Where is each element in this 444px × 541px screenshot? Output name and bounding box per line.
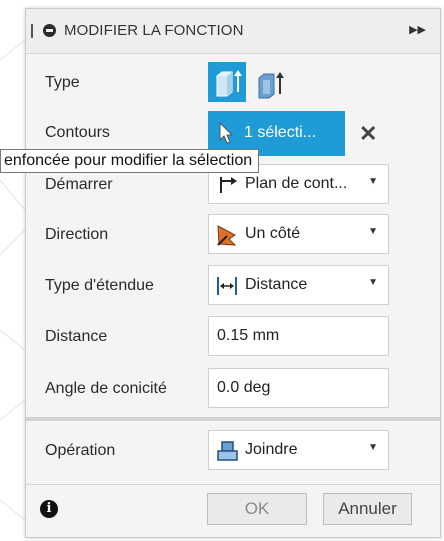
footer-divider xyxy=(26,484,440,485)
ok-button[interactable]: OK xyxy=(207,493,307,525)
operation-dropdown[interactable]: Joindre ▼ xyxy=(208,430,389,470)
distance-row: Distance 0.15 mm xyxy=(26,311,440,361)
direction-dropdown[interactable]: Un côté ▼ xyxy=(208,214,389,254)
chevron-down-icon: ▼ xyxy=(368,442,378,453)
drag-handle[interactable] xyxy=(31,24,33,38)
dialog-title: MODIFIER LA FONCTION xyxy=(64,22,244,39)
join-icon xyxy=(217,441,238,461)
taper-angle-input[interactable]: 0.0 deg xyxy=(208,368,389,408)
direction-label: Direction xyxy=(45,226,109,243)
cursor-arrow-icon xyxy=(219,122,234,144)
start-value: Plan de cont... xyxy=(245,175,348,192)
tooltip: enfoncée pour modifier la sélection xyxy=(0,149,260,173)
start-plane-icon xyxy=(220,177,237,193)
distance-label: Distance xyxy=(45,328,108,345)
start-label: Démarrer xyxy=(45,176,113,193)
contours-label: Contours xyxy=(45,124,110,141)
operation-row: Opération Joindre ▼ xyxy=(26,423,440,479)
type-label: Type xyxy=(45,74,80,91)
direction-row: Direction Un côté ▼ xyxy=(26,211,440,261)
one-side-direction-icon xyxy=(217,225,237,246)
extent-type-row: Type d'étendue Distance ▼ xyxy=(26,261,440,311)
dialog-titlebar[interactable]: MODIFIER LA FONCTION ▶▶ xyxy=(26,9,440,54)
extent-type-label: Type d'étendue xyxy=(45,277,154,294)
distance-input[interactable]: 0.15 mm xyxy=(208,316,389,356)
extrude-solid-icon[interactable] xyxy=(208,62,246,102)
extent-type-value: Distance xyxy=(245,276,308,293)
cancel-button[interactable]: Annuler xyxy=(323,493,412,525)
extrude-thin-icon[interactable] xyxy=(253,62,291,102)
double-chevron-right-icon[interactable]: ▶▶ xyxy=(409,23,426,36)
operation-label: Opération xyxy=(45,442,116,459)
chevron-down-icon: ▼ xyxy=(368,277,378,288)
chevron-down-icon: ▼ xyxy=(368,176,378,187)
close-icon[interactable]: ✕ xyxy=(359,121,377,147)
extent-type-dropdown[interactable]: Distance ▼ xyxy=(208,265,389,305)
type-row: Type xyxy=(26,53,440,111)
modify-feature-dialog: MODIFIER LA FONCTION ▶▶ Type Contours 1 … xyxy=(25,8,441,538)
distance-extent-icon xyxy=(217,277,237,295)
taper-angle-label: Angle de conicité xyxy=(45,380,167,397)
minus-circle-icon[interactable] xyxy=(43,24,56,37)
section-divider xyxy=(26,417,440,421)
info-icon[interactable]: i xyxy=(40,500,58,518)
contours-selection-text: 1 sélecti... xyxy=(244,124,317,141)
chevron-down-icon: ▼ xyxy=(368,226,378,237)
taper-angle-row: Angle de conicité 0.0 deg xyxy=(26,361,440,413)
direction-value: Un côté xyxy=(245,225,301,242)
operation-value: Joindre xyxy=(245,441,298,458)
